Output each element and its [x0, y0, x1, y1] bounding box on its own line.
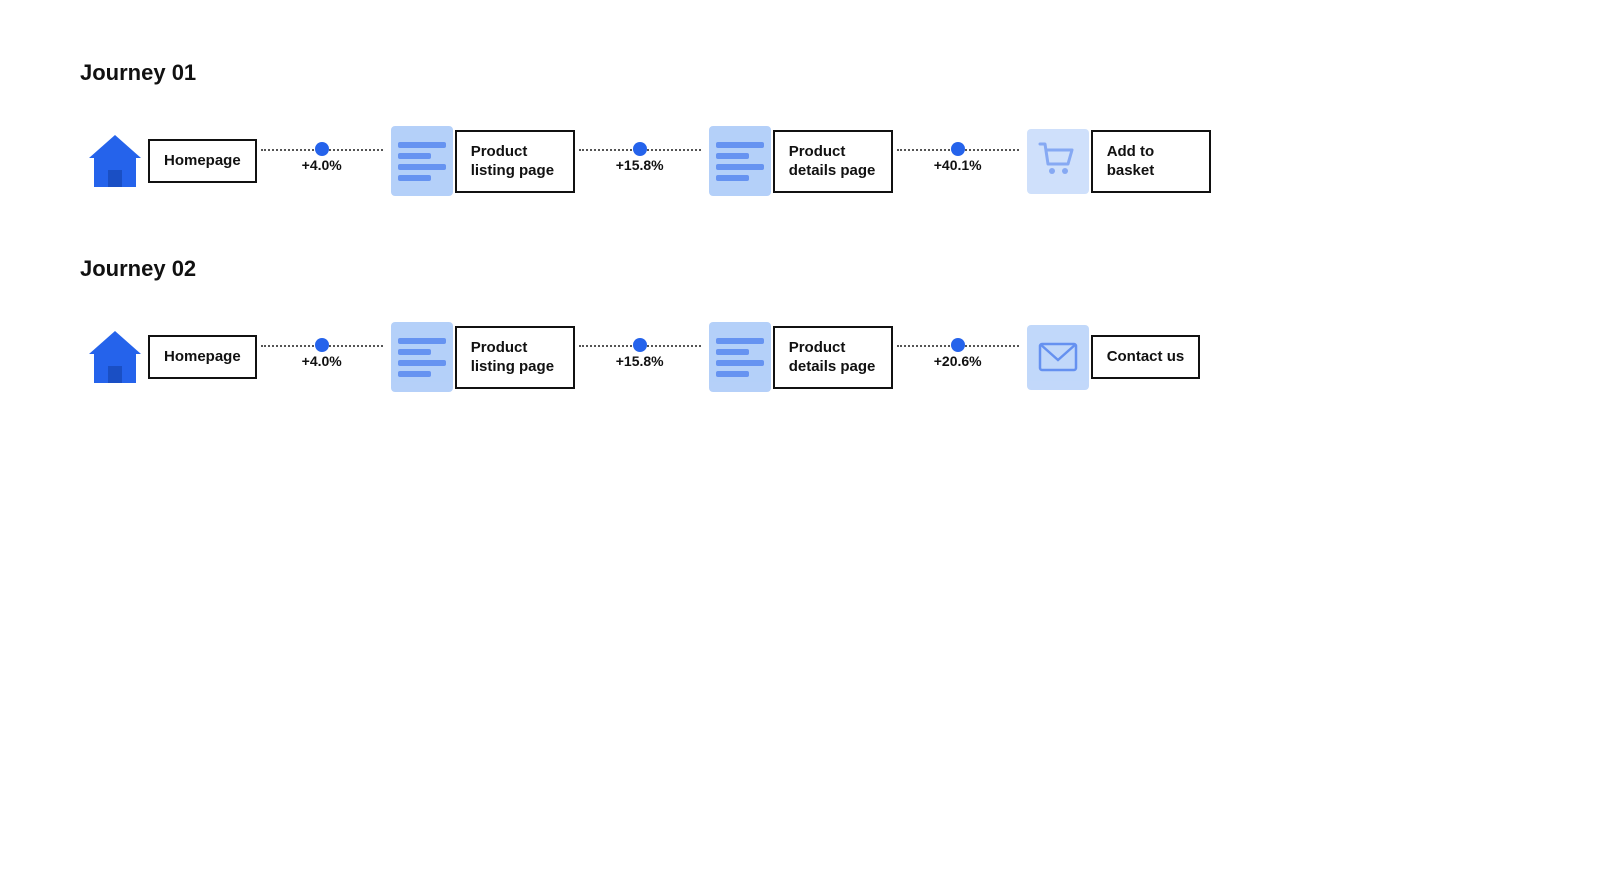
- step-icon-page: [705, 322, 775, 392]
- connector-pct-2-3: +20.6%: [934, 353, 982, 369]
- step-2-1: Homepage: [80, 322, 257, 392]
- step-2-2: Product listing page: [387, 322, 575, 392]
- step-label-2-3: Product details page: [773, 326, 893, 389]
- connector-pct-2-1: +4.0%: [302, 353, 342, 369]
- step-label-2-1: Homepage: [148, 335, 257, 379]
- step-icon-home: [80, 126, 150, 196]
- connector-dot: [951, 142, 965, 156]
- connector-dot: [315, 338, 329, 352]
- connector-1-3: +40.1%: [893, 149, 1023, 173]
- journey-section-2: Journey 02 Homepage +4.0% Product listing …: [80, 256, 1521, 392]
- connector-pct-2-2: +15.8%: [616, 353, 664, 369]
- step-1-4: Add to basket: [1023, 126, 1211, 196]
- step-label-1-2: Product listing page: [455, 130, 575, 193]
- step-icon-home: [80, 322, 150, 392]
- step-label-1-1: Homepage: [148, 139, 257, 183]
- journey-title-2: Journey 02: [80, 256, 1521, 282]
- journey-section-1: Journey 01 Homepage +4.0% Product listing …: [80, 60, 1521, 196]
- page: Journey 01 Homepage +4.0% Product listing …: [0, 0, 1601, 874]
- step-1-2: Product listing page: [387, 126, 575, 196]
- connector-2-3: +20.6%: [893, 345, 1023, 369]
- step-2-3: Product details page: [705, 322, 893, 392]
- connector-dot: [315, 142, 329, 156]
- connector-1-2: +15.8%: [575, 149, 705, 173]
- step-icon-cart: [1023, 126, 1093, 196]
- step-label-1-3: Product details page: [773, 130, 893, 193]
- connector-pct-1-1: +4.0%: [302, 157, 342, 173]
- connector-1-1: +4.0%: [257, 149, 387, 173]
- connector-2-2: +15.8%: [575, 345, 705, 369]
- journey-title-1: Journey 01: [80, 60, 1521, 86]
- step-icon-page: [387, 126, 457, 196]
- step-label-2-2: Product listing page: [455, 326, 575, 389]
- connector-dot: [633, 338, 647, 352]
- connector-pct-1-2: +15.8%: [616, 157, 664, 173]
- step-label-1-4: Add to basket: [1091, 130, 1211, 193]
- connector-pct-1-3: +40.1%: [934, 157, 982, 173]
- step-label-2-4: Contact us: [1091, 335, 1201, 379]
- connector-dot: [951, 338, 965, 352]
- step-2-4: Contact us: [1023, 322, 1201, 392]
- journey-flow-2: Homepage +4.0% Product listing page +15.8% P…: [80, 322, 1521, 392]
- connector-2-1: +4.0%: [257, 345, 387, 369]
- step-1-3: Product details page: [705, 126, 893, 196]
- connector-dot: [633, 142, 647, 156]
- step-icon-page: [705, 126, 775, 196]
- step-1-1: Homepage: [80, 126, 257, 196]
- journey-flow-1: Homepage +4.0% Product listing page +15.8% P…: [80, 126, 1521, 196]
- step-icon-envelope: [1023, 322, 1093, 392]
- step-icon-page: [387, 322, 457, 392]
